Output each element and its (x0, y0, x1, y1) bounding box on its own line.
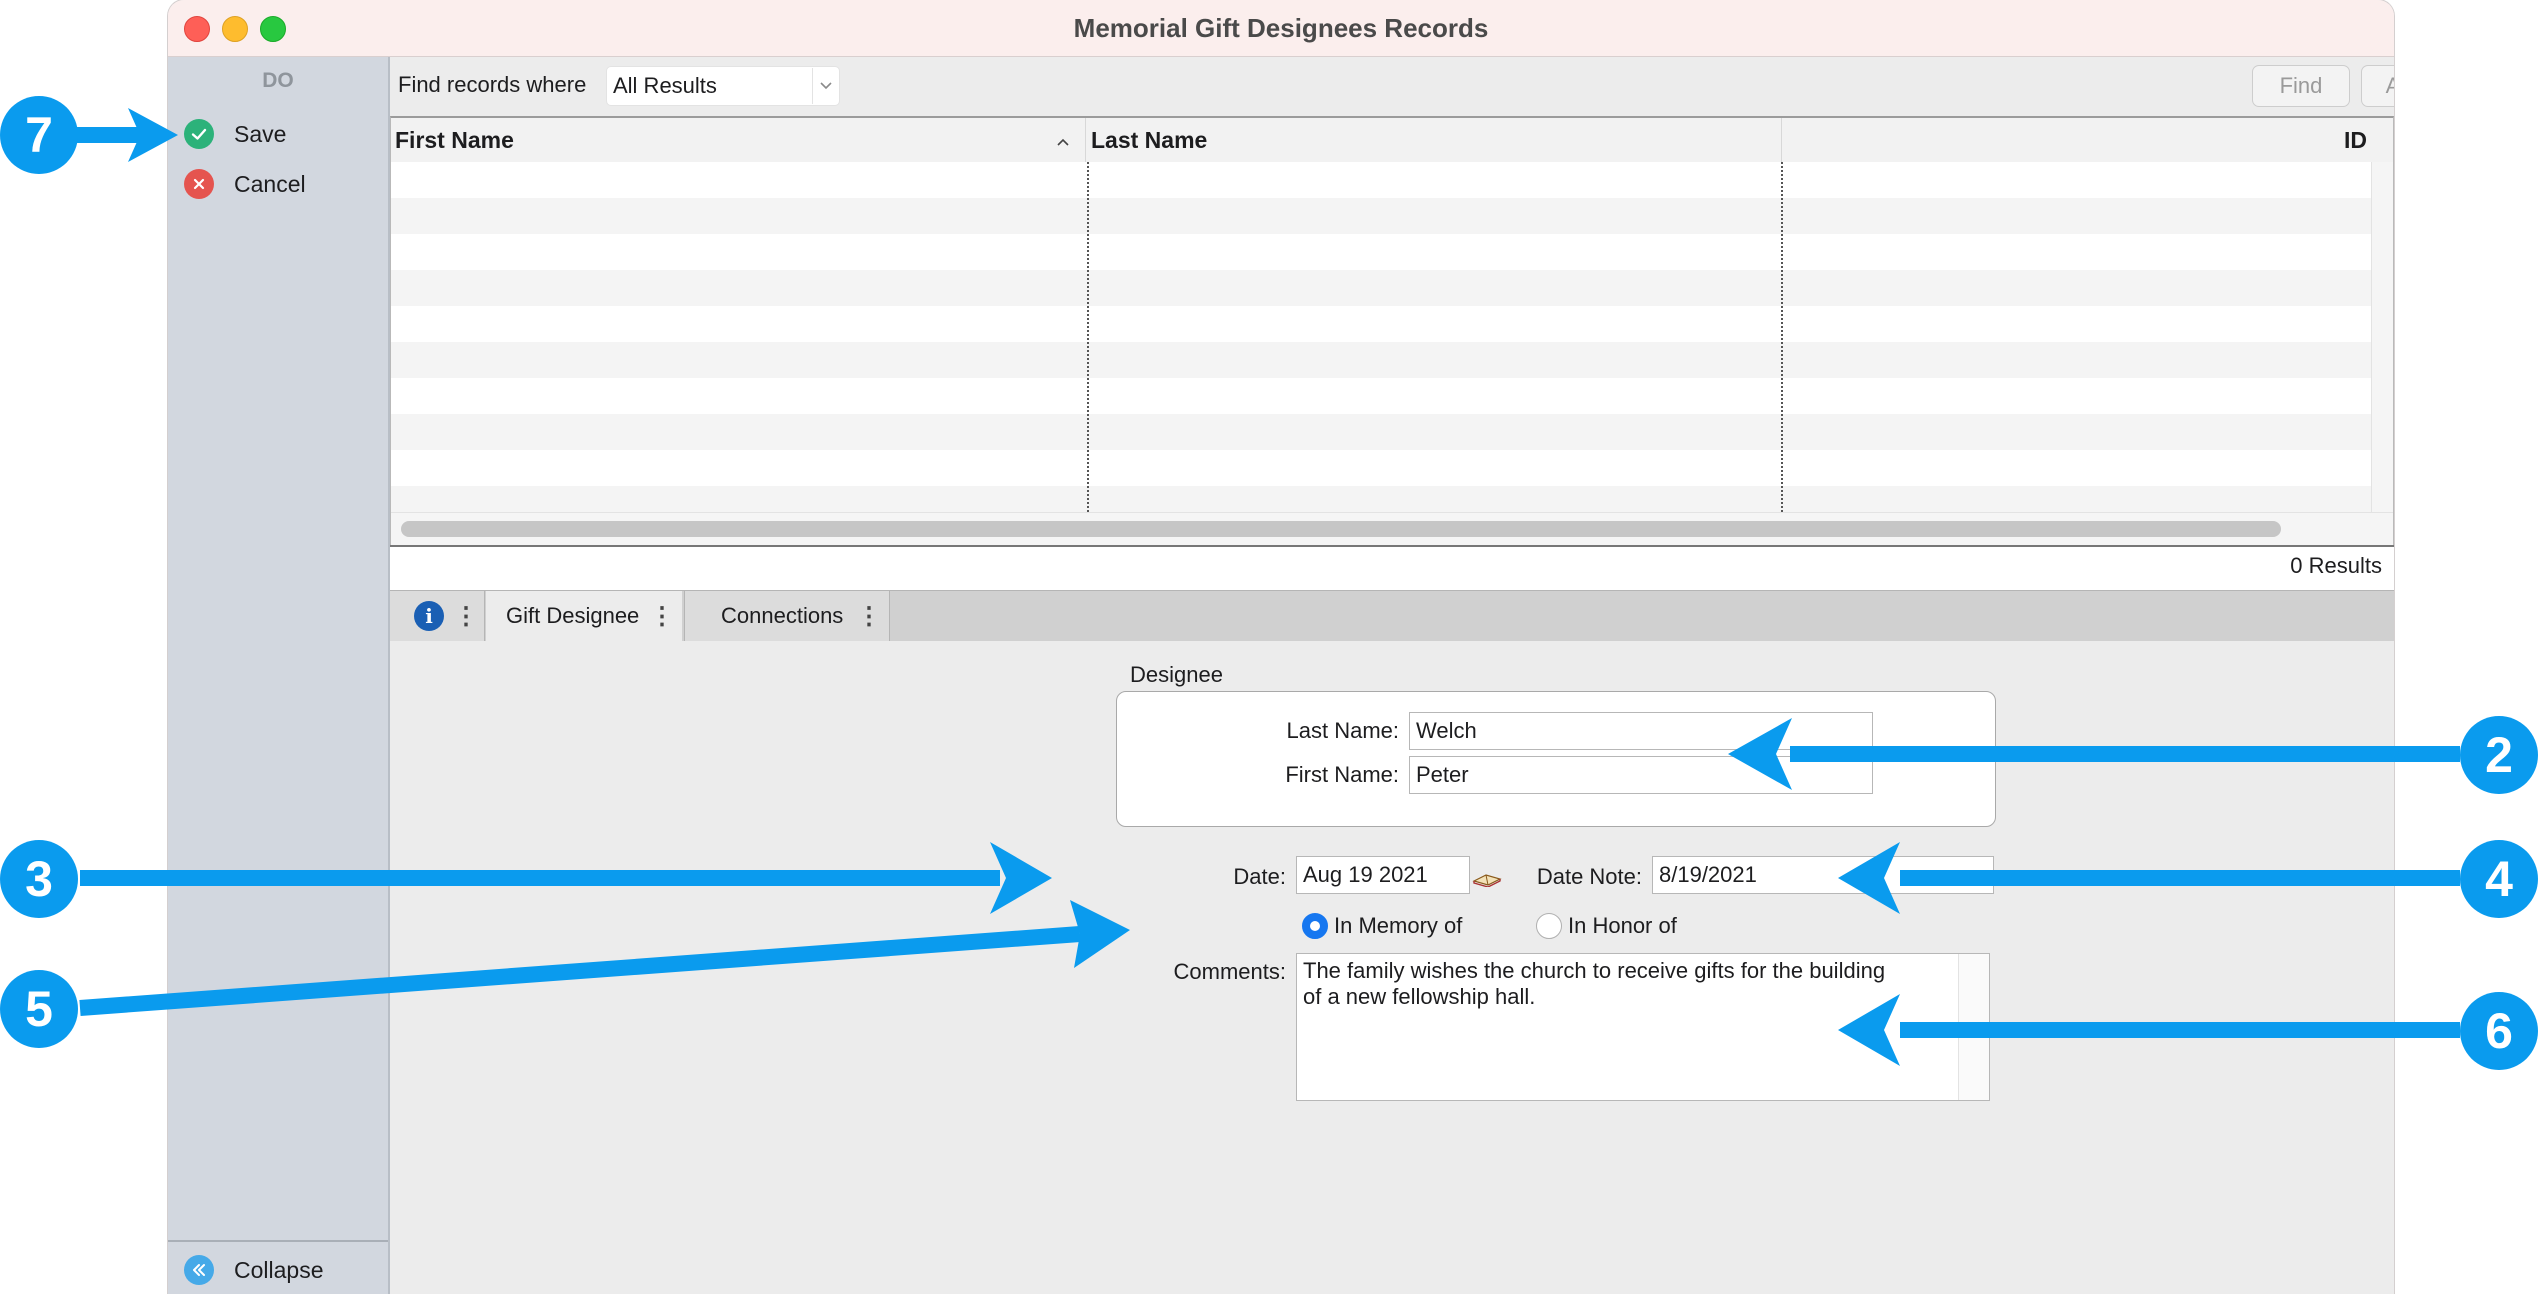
annotation-arrows (66, 108, 2460, 1066)
arrow-5 (79, 926, 1081, 1016)
arrow-2-head (1728, 718, 1792, 790)
callout-4: 4 (2460, 840, 2538, 918)
callout-5: 5 (0, 970, 78, 1048)
arrow-6-head (1838, 994, 1900, 1066)
callout-2: 2 (2460, 716, 2538, 794)
callout-6: 6 (2460, 992, 2538, 1070)
callout-3: 3 (0, 840, 78, 918)
callout-7: 7 (0, 96, 78, 174)
arrow-4-head (1838, 842, 1900, 914)
